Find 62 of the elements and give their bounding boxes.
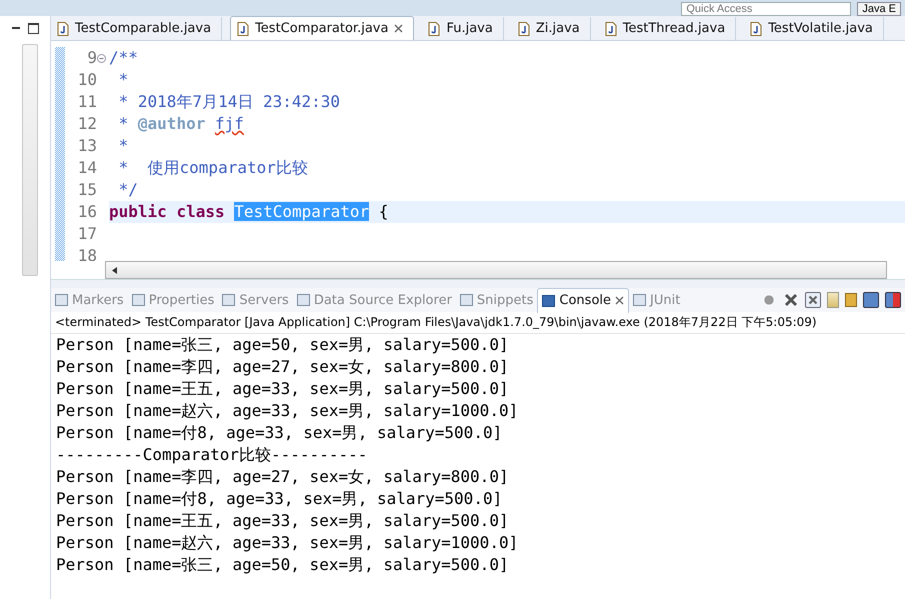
console-line: ---------Comparator比较---------- (56, 444, 368, 466)
editor-tab[interactable]: TestThread.java (598, 17, 736, 40)
editor-tab[interactable]: TestComparator.java (230, 16, 414, 40)
close-icon[interactable] (394, 24, 404, 33)
line-number: 9 (86, 47, 97, 69)
view-tab[interactable]: Console (537, 288, 630, 312)
line-number: 17 (76, 223, 97, 245)
line-number: 16 (76, 201, 97, 223)
java-file-icon (428, 22, 440, 36)
view-icon (132, 294, 145, 306)
line-number: 13 (76, 135, 97, 157)
console-line: Person [name=赵六, age=33, sex=男, salary=1000.0] (56, 532, 518, 554)
view-icon (460, 294, 473, 306)
view-icon (296, 294, 310, 306)
console-line: Person [name=王五, age=33, sex=男, salary=500.0] (56, 510, 509, 532)
collapse-icon[interactable] (97, 54, 106, 62)
editor-tab[interactable]: TestVolatile.java (744, 17, 884, 40)
console-line: Person [name=王五, age=33, sex=男, salary=500.0] (56, 378, 509, 400)
line-number: 15 (76, 179, 97, 201)
console-line: Person [name=李四, age=27, sex=女, salary=800.0] (56, 356, 509, 378)
maximize-icon[interactable] (28, 22, 38, 34)
code-line: * (118, 70, 128, 89)
code-line: * 2018年7月14日 23:42:30 (118, 92, 340, 111)
code-line: public class TestComparator { (109, 202, 388, 221)
console-status: <terminated> TestComparator [Java Application] C:\Program Files\Java\jdk1.7.0_79\bin\javaw.exe (2018年7月22日 下午5:05:09) (51, 312, 905, 334)
line-number: 14 (76, 157, 97, 179)
code-line: * 使用comparator比较 (118, 158, 308, 177)
console-line: Person [name=付8, age=33, sex=男, salary=500.0] (56, 488, 502, 510)
line-number: 18 (76, 245, 97, 261)
code-line: * @author fjf (118, 114, 244, 133)
close-icon[interactable] (615, 296, 624, 305)
console-line: Person [name=李四, age=27, sex=女, salary=800.0] (56, 466, 509, 488)
scroll-left-icon[interactable] (112, 266, 117, 274)
java-file-icon (518, 22, 530, 36)
editor-tab[interactable]: Fu.java (422, 17, 504, 40)
console-line: Person [name=张三, age=50, sex=男, salary=500.0] (56, 554, 509, 576)
java-file-icon (57, 22, 69, 36)
code-line: * (118, 136, 128, 155)
quick-access-field[interactable]: Quick Access (681, 2, 852, 16)
editor-tab[interactable]: TestComparable.java (51, 17, 222, 40)
editor-tab[interactable]: Zi.java (512, 17, 591, 40)
console-line: Person [name=赵六, age=33, sex=男, salary=1000.0] (56, 400, 518, 422)
console-line: Person [name=付8, age=33, sex=男, salary=500.0] (56, 422, 502, 444)
line-number: 12 (76, 113, 97, 135)
minimize-icon[interactable] (12, 27, 20, 29)
perspective-button[interactable]: Java E (857, 2, 901, 16)
remove-all-icon[interactable] (805, 292, 821, 308)
view-icon (222, 294, 236, 306)
java-file-icon (750, 22, 762, 36)
remove-icon[interactable] (783, 292, 799, 308)
console-line: Person [name=张三, age=50, sex=男, salary=500.0] (56, 334, 509, 356)
line-number: 10 (76, 69, 97, 91)
vertical-scrollbar[interactable] (22, 44, 38, 276)
view-icon (542, 294, 556, 306)
code-line: */ (118, 180, 138, 199)
java-file-icon (604, 22, 617, 36)
view-icon (633, 294, 646, 306)
view-icon (55, 294, 68, 306)
line-number: 11 (76, 91, 97, 113)
code-line: /** (109, 48, 138, 67)
horizontal-scrollbar[interactable] (105, 261, 887, 279)
java-file-icon (237, 22, 250, 36)
